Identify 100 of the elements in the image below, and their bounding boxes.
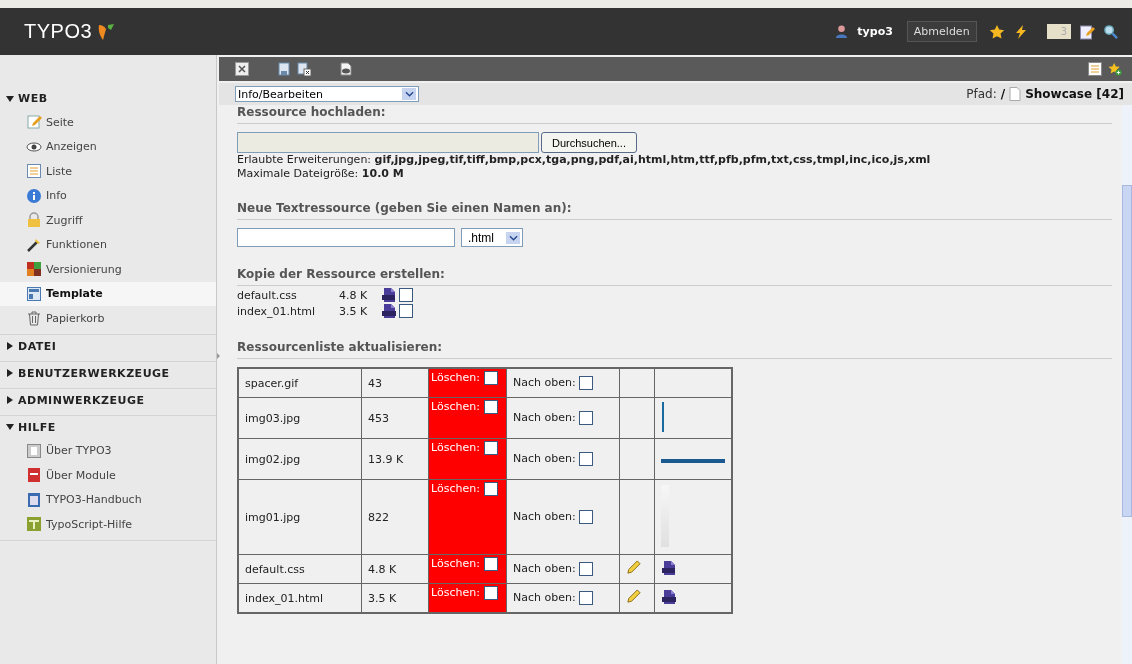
checkbox[interactable] [483,400,498,414]
file-size-cell: 4.8 K [361,554,429,584]
expand-triangle-icon [6,396,14,404]
wand-icon [26,236,42,253]
expand-triangle-icon [6,369,14,377]
logo: TYPO3 [24,20,93,43]
path-root[interactable]: / [1000,87,1006,101]
file-name: default.css [237,288,298,302]
delete-label: Löschen: [431,371,480,384]
file-name-cell: img03.jpg [238,397,362,439]
username[interactable]: typo3 [857,25,893,38]
menu-item[interactable]: TypoScript-Hilfe [0,512,216,537]
name-field[interactable] [237,228,455,247]
file-size-cell: 822 [361,479,429,555]
allowed-extensions: Erlaubte Erweiterungen: gif,jpg,jpeg,tif,tiff,bmp,pcx,tga,png,pdf,ai,html,htm,ttf,pfb,pfm,txt,css,tmpl,inc,ico,js,xml [237,153,932,167]
checkbox[interactable] [578,562,593,576]
checkbox[interactable] [483,482,498,496]
user-icon [834,24,850,39]
close-icon[interactable] [235,62,249,76]
move-up-label: Nach oben: [513,452,576,465]
section-heading: Ressourcenliste aktualisieren: [237,340,1112,359]
checkbox[interactable] [578,376,593,390]
move-up-label: Nach oben: [513,591,576,604]
checkbox[interactable] [578,411,593,425]
checkbox[interactable] [399,304,413,318]
checkbox[interactable] [483,557,498,571]
info-box-icon [26,442,42,459]
path-label: Pfad: [966,87,997,101]
file-name-cell: default.css [238,554,362,584]
list-icon[interactable] [1088,62,1102,76]
menu-item[interactable]: Versionierung [0,257,216,282]
menu-group-header[interactable]: HILFE [0,415,216,439]
html-file-icon [381,303,397,319]
file-size-cell: 43 [361,368,429,398]
file-name: index_01.html [237,304,317,318]
delete-label: Löschen: [431,557,480,570]
expand-triangle-icon [6,342,14,350]
checkbox[interactable] [399,288,413,302]
file-size-cell: 453 [361,397,429,439]
search-icon[interactable] [1103,24,1118,39]
star-icon[interactable] [988,23,1005,40]
menu-group-header[interactable]: BENUTZERWERKZEUGE [0,361,216,385]
menu-item[interactable]: Seite [0,110,216,135]
page-edit-icon [26,114,42,131]
view-page-icon[interactable] [339,62,353,76]
delete-label: Löschen: [431,441,480,454]
menu-item[interactable]: Über Module [0,463,216,488]
checkbox[interactable] [483,441,498,455]
checkbox[interactable] [483,371,498,385]
move-up-label: Nach oben: [513,562,576,575]
collapse-triangle-icon [6,423,14,431]
menu-group-header[interactable]: ADMINWERKZEUGE [0,388,216,412]
menu-item[interactable]: Funktionen [0,232,216,257]
template-icon [26,285,42,302]
file-field[interactable] [237,132,539,153]
menu-item[interactable]: Template [0,281,216,306]
css-file-icon [381,287,397,303]
pencil-icon[interactable] [626,560,641,575]
menu-item[interactable]: Anzeigen [0,134,216,159]
menu-item[interactable]: Liste [0,159,216,184]
function-menu-dropdown[interactable]: Info/Bearbeiten [235,86,419,102]
page-icon [1009,87,1022,101]
manual-icon [26,491,42,508]
menu-item[interactable]: Papierkorb [0,306,216,331]
checkbox[interactable] [578,510,593,524]
checkbox[interactable] [578,452,593,466]
versioning-icon [26,261,42,278]
lock-icon [26,212,42,229]
checkbox[interactable] [483,586,498,600]
move-up-label: Nach oben: [513,411,576,424]
menu-item[interactable]: Über TYPO3 [0,438,216,463]
logout-button[interactable]: Abmelden [906,21,977,42]
bookmark-add-icon[interactable] [1108,62,1122,76]
max-file-size: Maximale Dateigröße: 10.0 M [237,167,405,181]
path-page[interactable]: Showcase [42] [1025,87,1124,101]
scrollbar[interactable] [1122,105,1132,664]
menu-item[interactable]: TYPO3-Handbuch [0,487,216,512]
collapse-triangle-icon [6,94,14,103]
typoscript-icon [26,516,42,533]
notepad-icon[interactable] [1079,23,1095,40]
browse-button[interactable]: Durchsuchen... [541,132,637,153]
logo-icon [96,21,117,42]
save-icon[interactable] [277,62,291,76]
trash-icon [26,310,42,327]
list-icon [26,163,42,180]
menu-group-header[interactable]: WEB [0,87,216,110]
save-close-icon[interactable] [297,62,311,76]
menu-group-header[interactable]: DATEI [0,334,216,358]
move-up-label: Nach oben: [513,510,576,523]
section-heading: Neue Textressource (geben Sie einen Namen an): [237,201,1112,220]
menu-item[interactable]: Info [0,183,216,208]
extension-dropdown[interactable]: .html [461,228,523,247]
menu-item[interactable]: Zugriff [0,208,216,233]
book-icon [26,467,42,484]
file-size: 3.5 K [339,304,369,318]
move-up-label: Nach oben: [513,376,576,389]
section-heading: Ressource hochladen: [237,105,1112,124]
css-file-icon [661,559,677,576]
checkbox[interactable] [578,591,593,605]
pencil-icon[interactable] [626,589,641,604]
